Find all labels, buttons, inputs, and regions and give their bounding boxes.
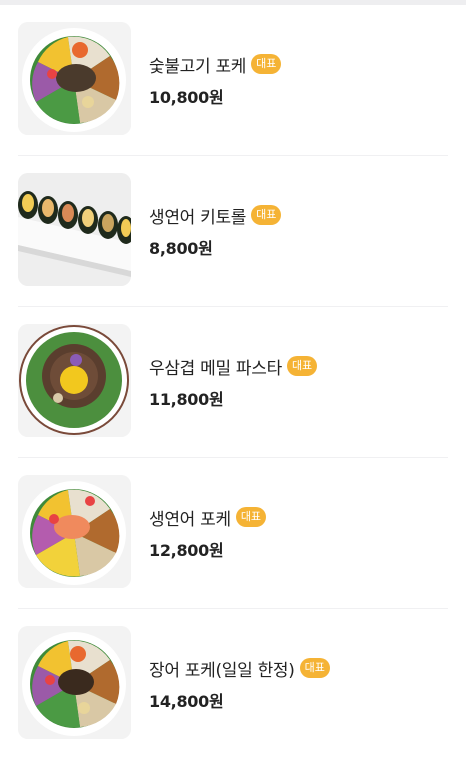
menu-list: 숯불고기 포케 대표 10,800원 생연어 키토롤 대표 8,800원 우삼겹… (0, 5, 466, 760)
signature-badge: 대표 (251, 205, 282, 225)
menu-item-price: 14,800원 (149, 692, 224, 711)
menu-item-photo (18, 324, 131, 437)
menu-item-name: 생연어 키토롤 (149, 207, 247, 228)
menu-item-eel-poke[interactable]: 장어 포케(일일 한정) 대표 14,800원 (18, 609, 448, 760)
signature-badge: 대표 (235, 507, 267, 527)
menu-item-photo (18, 173, 131, 286)
menu-item-photo (18, 626, 131, 739)
menu-item-price: 10,800원 (149, 88, 224, 107)
signature-badge: 대표 (251, 54, 282, 74)
menu-item-photo (18, 475, 131, 588)
menu-item-price: 8,800원 (149, 239, 213, 258)
menu-item-name: 장어 포케(일일 한정) (149, 660, 295, 681)
signature-badge: 대표 (286, 356, 318, 376)
menu-item-salmon-keto-roll[interactable]: 생연어 키토롤 대표 8,800원 (18, 156, 448, 307)
menu-item-pork-buckwheat-pasta[interactable]: 우삼겹 메밀 파스타 대표 11,800원 (18, 307, 448, 458)
menu-item-grilled-meat-poke[interactable]: 숯불고기 포케 대표 10,800원 (18, 5, 448, 156)
menu-item-salmon-poke[interactable]: 생연어 포케 대표 12,800원 (18, 458, 448, 609)
signature-badge: 대표 (299, 658, 330, 678)
menu-item-price: 11,800원 (149, 390, 224, 409)
menu-item-name: 생연어 포케 (149, 509, 231, 530)
menu-item-photo (18, 22, 131, 135)
menu-item-name: 숯불고기 포케 (149, 56, 247, 77)
menu-item-price: 12,800원 (149, 541, 224, 560)
menu-item-name: 우삼겹 메밀 파스타 (149, 358, 282, 379)
